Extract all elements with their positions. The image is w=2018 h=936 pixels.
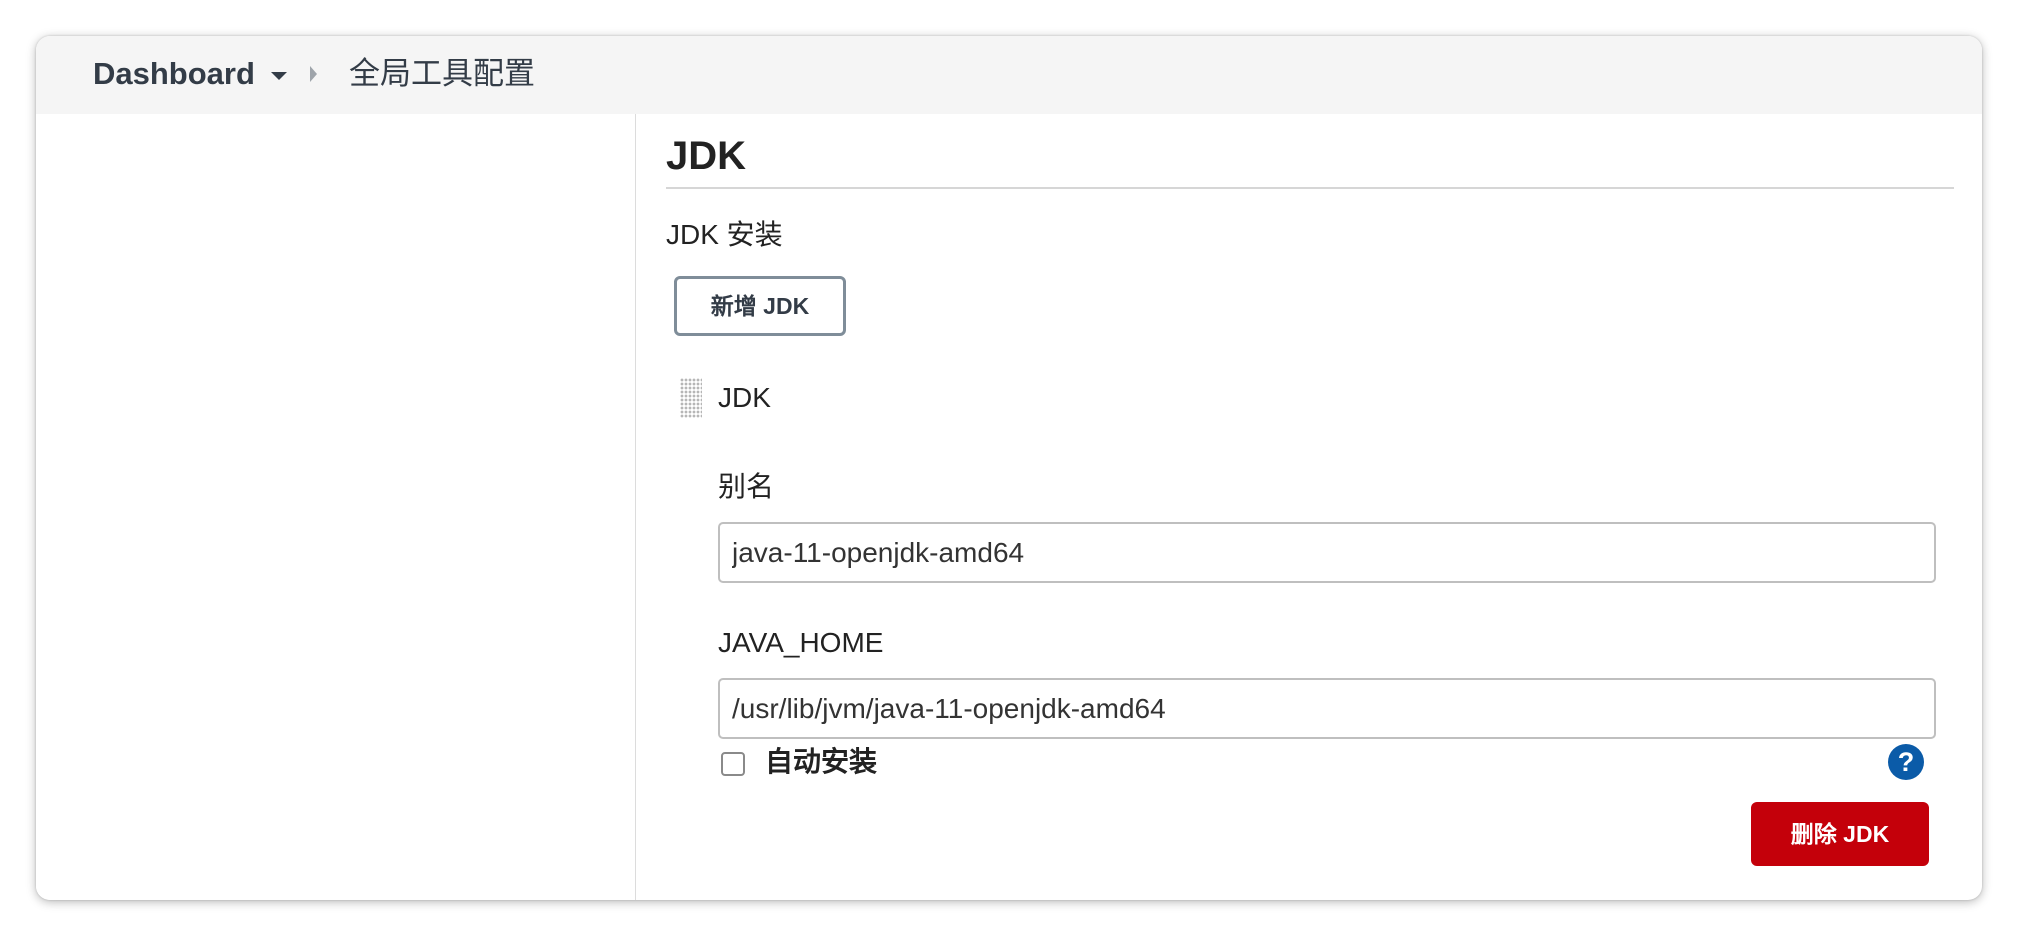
side-panel [36,114,636,900]
auto-install-label[interactable]: 自动安装 [765,745,877,779]
add-jdk-button[interactable]: 新增 JDK [674,276,846,336]
section-divider [666,187,1954,189]
alias-label: 别名 [718,471,775,502]
breadcrumb-dashboard-link[interactable]: Dashboard [93,56,255,92]
drag-handle-icon[interactable] [680,378,702,418]
breadcrumb: Dashboard 全局工具配置 [36,36,1982,114]
breadcrumb-current-page: 全局工具配置 [349,56,535,91]
chevron-right-icon [310,66,317,82]
delete-jdk-button[interactable]: 删除 JDK [1751,802,1929,866]
jdk-install-label: JDK 安装 [666,219,783,250]
java-home-label: JAVA_HOME [718,627,884,658]
jdk-entry-title: JDK [718,382,771,413]
section-title: JDK [666,134,747,178]
app-window: Dashboard 全局工具配置 JDK JDK 安装 新增 JDK JDK 别… [36,36,1982,900]
auto-install-checkbox[interactable] [721,752,745,776]
alias-input[interactable] [718,522,1936,583]
help-icon[interactable]: ? [1888,744,1924,780]
java-home-input[interactable] [718,678,1936,739]
chevron-down-icon[interactable] [271,72,287,80]
